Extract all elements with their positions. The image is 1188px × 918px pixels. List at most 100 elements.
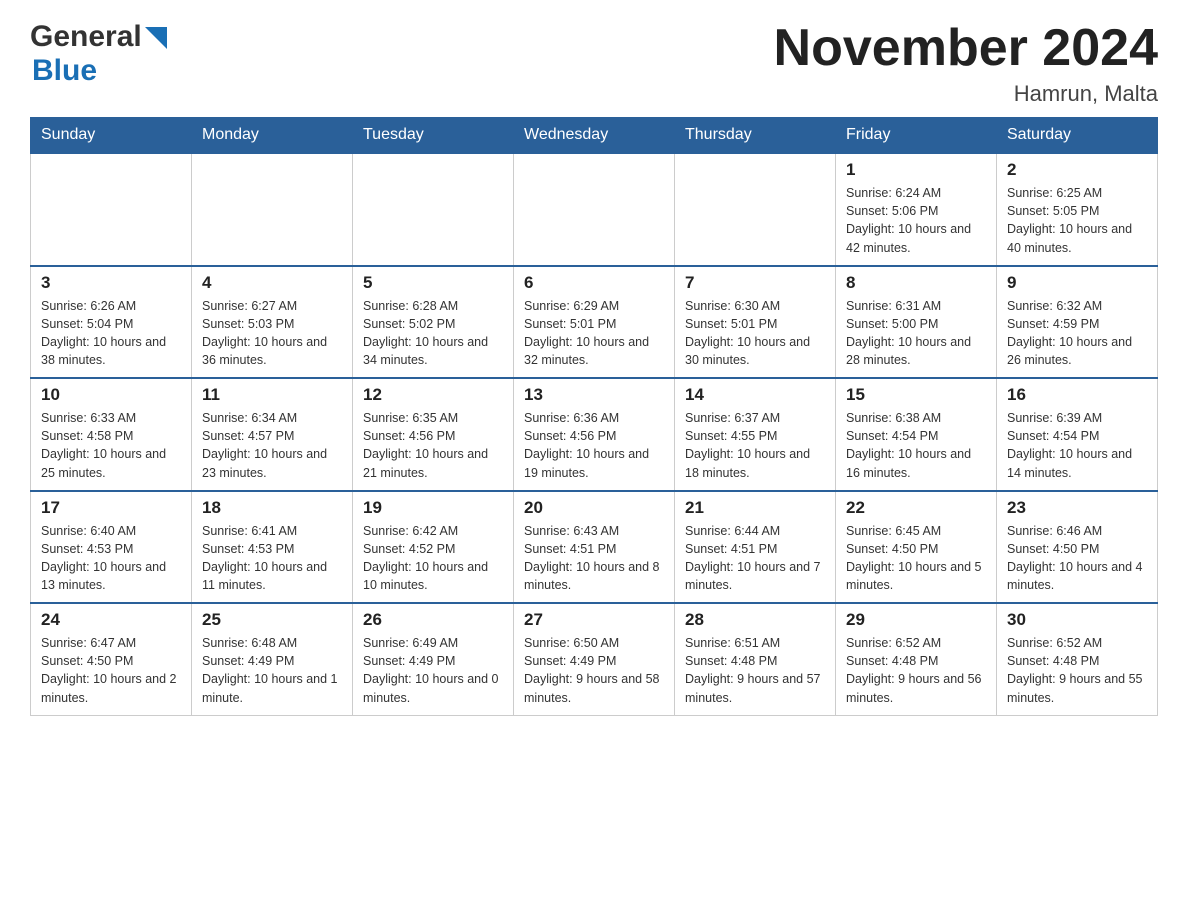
day-info: Sunrise: 6:43 AMSunset: 4:51 PMDaylight:… [524, 522, 664, 595]
calendar-cell: 26 Sunrise: 6:49 AMSunset: 4:49 PMDayligh… [353, 603, 514, 715]
day-number: 16 [1007, 385, 1147, 405]
calendar-cell: 1 Sunrise: 6:24 AMSunset: 5:06 PMDaylight… [836, 153, 997, 266]
day-info: Sunrise: 6:42 AMSunset: 4:52 PMDaylight:… [363, 522, 503, 595]
calendar-cell [514, 153, 675, 266]
col-header-saturday: Saturday [997, 118, 1158, 154]
calendar-cell: 20 Sunrise: 6:43 AMSunset: 4:51 PMDayligh… [514, 491, 675, 604]
day-number: 10 [41, 385, 181, 405]
day-info: Sunrise: 6:51 AMSunset: 4:48 PMDaylight:… [685, 634, 825, 707]
calendar-cell: 22 Sunrise: 6:45 AMSunset: 4:50 PMDayligh… [836, 491, 997, 604]
day-number: 12 [363, 385, 503, 405]
calendar-cell: 13Sunrise: 6:36 AMSunset: 4:56 PMDayligh… [514, 378, 675, 491]
day-number: 18 [202, 498, 342, 518]
day-info: Sunrise: 6:44 AMSunset: 4:51 PMDaylight:… [685, 522, 825, 595]
calendar-cell [353, 153, 514, 266]
col-header-thursday: Thursday [675, 118, 836, 154]
day-number: 24 [41, 610, 181, 630]
calendar-cell: 17 Sunrise: 6:40 AMSunset: 4:53 PMDayligh… [31, 491, 192, 604]
col-header-wednesday: Wednesday [514, 118, 675, 154]
day-number: 17 [41, 498, 181, 518]
location: Hamrun, Malta [774, 81, 1158, 107]
calendar-cell: 5Sunrise: 6:28 AMSunset: 5:02 PMDaylight… [353, 266, 514, 379]
calendar-cell [675, 153, 836, 266]
day-info: Sunrise: 6:40 AMSunset: 4:53 PMDaylight:… [41, 522, 181, 595]
calendar-header-row: SundayMondayTuesdayWednesdayThursdayFrid… [31, 118, 1158, 154]
day-number: 14 [685, 385, 825, 405]
calendar-cell: 28Sunrise: 6:51 AMSunset: 4:48 PMDayligh… [675, 603, 836, 715]
day-number: 21 [685, 498, 825, 518]
day-info: Sunrise: 6:45 AMSunset: 4:50 PMDaylight:… [846, 522, 986, 595]
calendar-week-row: 17 Sunrise: 6:40 AMSunset: 4:53 PMDayligh… [31, 491, 1158, 604]
calendar-cell: 12 Sunrise: 6:35 AMSunset: 4:56 PMDayligh… [353, 378, 514, 491]
calendar-cell: 30 Sunrise: 6:52 AMSunset: 4:48 PMDayligh… [997, 603, 1158, 715]
day-info: Sunrise: 6:34 AMSunset: 4:57 PMDaylight:… [202, 409, 342, 482]
day-number: 6 [524, 273, 664, 293]
col-header-sunday: Sunday [31, 118, 192, 154]
calendar-cell: 4 Sunrise: 6:27 AMSunset: 5:03 PMDaylight… [192, 266, 353, 379]
day-number: 30 [1007, 610, 1147, 630]
day-info: Sunrise: 6:37 AMSunset: 4:55 PMDaylight:… [685, 409, 825, 482]
day-number: 15 [846, 385, 986, 405]
day-info: Sunrise: 6:27 AMSunset: 5:03 PMDaylight:… [202, 297, 342, 370]
day-number: 27 [524, 610, 664, 630]
day-info: Sunrise: 6:52 AMSunset: 4:48 PMDaylight:… [846, 634, 986, 707]
day-number: 11 [202, 385, 342, 405]
calendar-cell: 2Sunrise: 6:25 AMSunset: 5:05 PMDaylight… [997, 153, 1158, 266]
calendar-cell: 8 Sunrise: 6:31 AMSunset: 5:00 PMDaylight… [836, 266, 997, 379]
calendar-week-row: 10Sunrise: 6:33 AMSunset: 4:58 PMDayligh… [31, 378, 1158, 491]
calendar-table: SundayMondayTuesdayWednesdayThursdayFrid… [30, 117, 1158, 716]
day-info: Sunrise: 6:39 AMSunset: 4:54 PMDaylight:… [1007, 409, 1147, 482]
day-number: 7 [685, 273, 825, 293]
day-info: Sunrise: 6:49 AMSunset: 4:49 PMDaylight:… [363, 634, 503, 707]
day-info: Sunrise: 6:41 AMSunset: 4:53 PMDaylight:… [202, 522, 342, 595]
calendar-cell: 14 Sunrise: 6:37 AMSunset: 4:55 PMDayligh… [675, 378, 836, 491]
day-number: 4 [202, 273, 342, 293]
day-number: 29 [846, 610, 986, 630]
calendar-cell: 23Sunrise: 6:46 AMSunset: 4:50 PMDayligh… [997, 491, 1158, 604]
logo-arrow-icon [145, 27, 167, 49]
day-info: Sunrise: 6:24 AMSunset: 5:06 PMDaylight:… [846, 184, 986, 257]
day-number: 2 [1007, 160, 1147, 180]
day-info: Sunrise: 6:30 AMSunset: 5:01 PMDaylight:… [685, 297, 825, 370]
day-info: Sunrise: 6:26 AMSunset: 5:04 PMDaylight:… [41, 297, 181, 370]
day-info: Sunrise: 6:52 AMSunset: 4:48 PMDaylight:… [1007, 634, 1147, 707]
col-header-friday: Friday [836, 118, 997, 154]
calendar-cell: 16 Sunrise: 6:39 AMSunset: 4:54 PMDayligh… [997, 378, 1158, 491]
day-number: 22 [846, 498, 986, 518]
day-number: 19 [363, 498, 503, 518]
title-section: November 2024 Hamrun, Malta [774, 20, 1158, 107]
calendar-cell: 15 Sunrise: 6:38 AMSunset: 4:54 PMDayligh… [836, 378, 997, 491]
day-info: Sunrise: 6:31 AMSunset: 5:00 PMDaylight:… [846, 297, 986, 370]
calendar-cell: 6 Sunrise: 6:29 AMSunset: 5:01 PMDaylight… [514, 266, 675, 379]
day-info: Sunrise: 6:29 AMSunset: 5:01 PMDaylight:… [524, 297, 664, 370]
calendar-cell [192, 153, 353, 266]
day-number: 9 [1007, 273, 1147, 293]
day-number: 23 [1007, 498, 1147, 518]
day-number: 1 [846, 160, 986, 180]
logo: General Blue [30, 20, 167, 88]
calendar-cell [31, 153, 192, 266]
day-number: 26 [363, 610, 503, 630]
day-info: Sunrise: 6:38 AMSunset: 4:54 PMDaylight:… [846, 409, 986, 482]
day-number: 25 [202, 610, 342, 630]
day-number: 8 [846, 273, 986, 293]
day-info: Sunrise: 6:47 AMSunset: 4:50 PMDaylight:… [41, 634, 181, 707]
logo-general-text: General [30, 20, 142, 54]
logo-blue-text: Blue [32, 54, 97, 87]
col-header-tuesday: Tuesday [353, 118, 514, 154]
calendar-cell: 21 Sunrise: 6:44 AMSunset: 4:51 PMDayligh… [675, 491, 836, 604]
day-info: Sunrise: 6:48 AMSunset: 4:49 PMDaylight:… [202, 634, 342, 707]
calendar-cell: 9 Sunrise: 6:32 AMSunset: 4:59 PMDaylight… [997, 266, 1158, 379]
calendar-cell: 25 Sunrise: 6:48 AMSunset: 4:49 PMDayligh… [192, 603, 353, 715]
day-number: 20 [524, 498, 664, 518]
day-number: 3 [41, 273, 181, 293]
month-title: November 2024 [774, 20, 1158, 77]
day-number: 13 [524, 385, 664, 405]
day-info: Sunrise: 6:32 AMSunset: 4:59 PMDaylight:… [1007, 297, 1147, 370]
calendar-week-row: 1 Sunrise: 6:24 AMSunset: 5:06 PMDaylight… [31, 153, 1158, 266]
calendar-cell: 7 Sunrise: 6:30 AMSunset: 5:01 PMDaylight… [675, 266, 836, 379]
calendar-cell: 27Sunrise: 6:50 AMSunset: 4:49 PMDayligh… [514, 603, 675, 715]
calendar-cell: 11 Sunrise: 6:34 AMSunset: 4:57 PMDayligh… [192, 378, 353, 491]
day-info: Sunrise: 6:35 AMSunset: 4:56 PMDaylight:… [363, 409, 503, 482]
page-header: General Blue November 2024 Hamrun, Malta [30, 20, 1158, 107]
